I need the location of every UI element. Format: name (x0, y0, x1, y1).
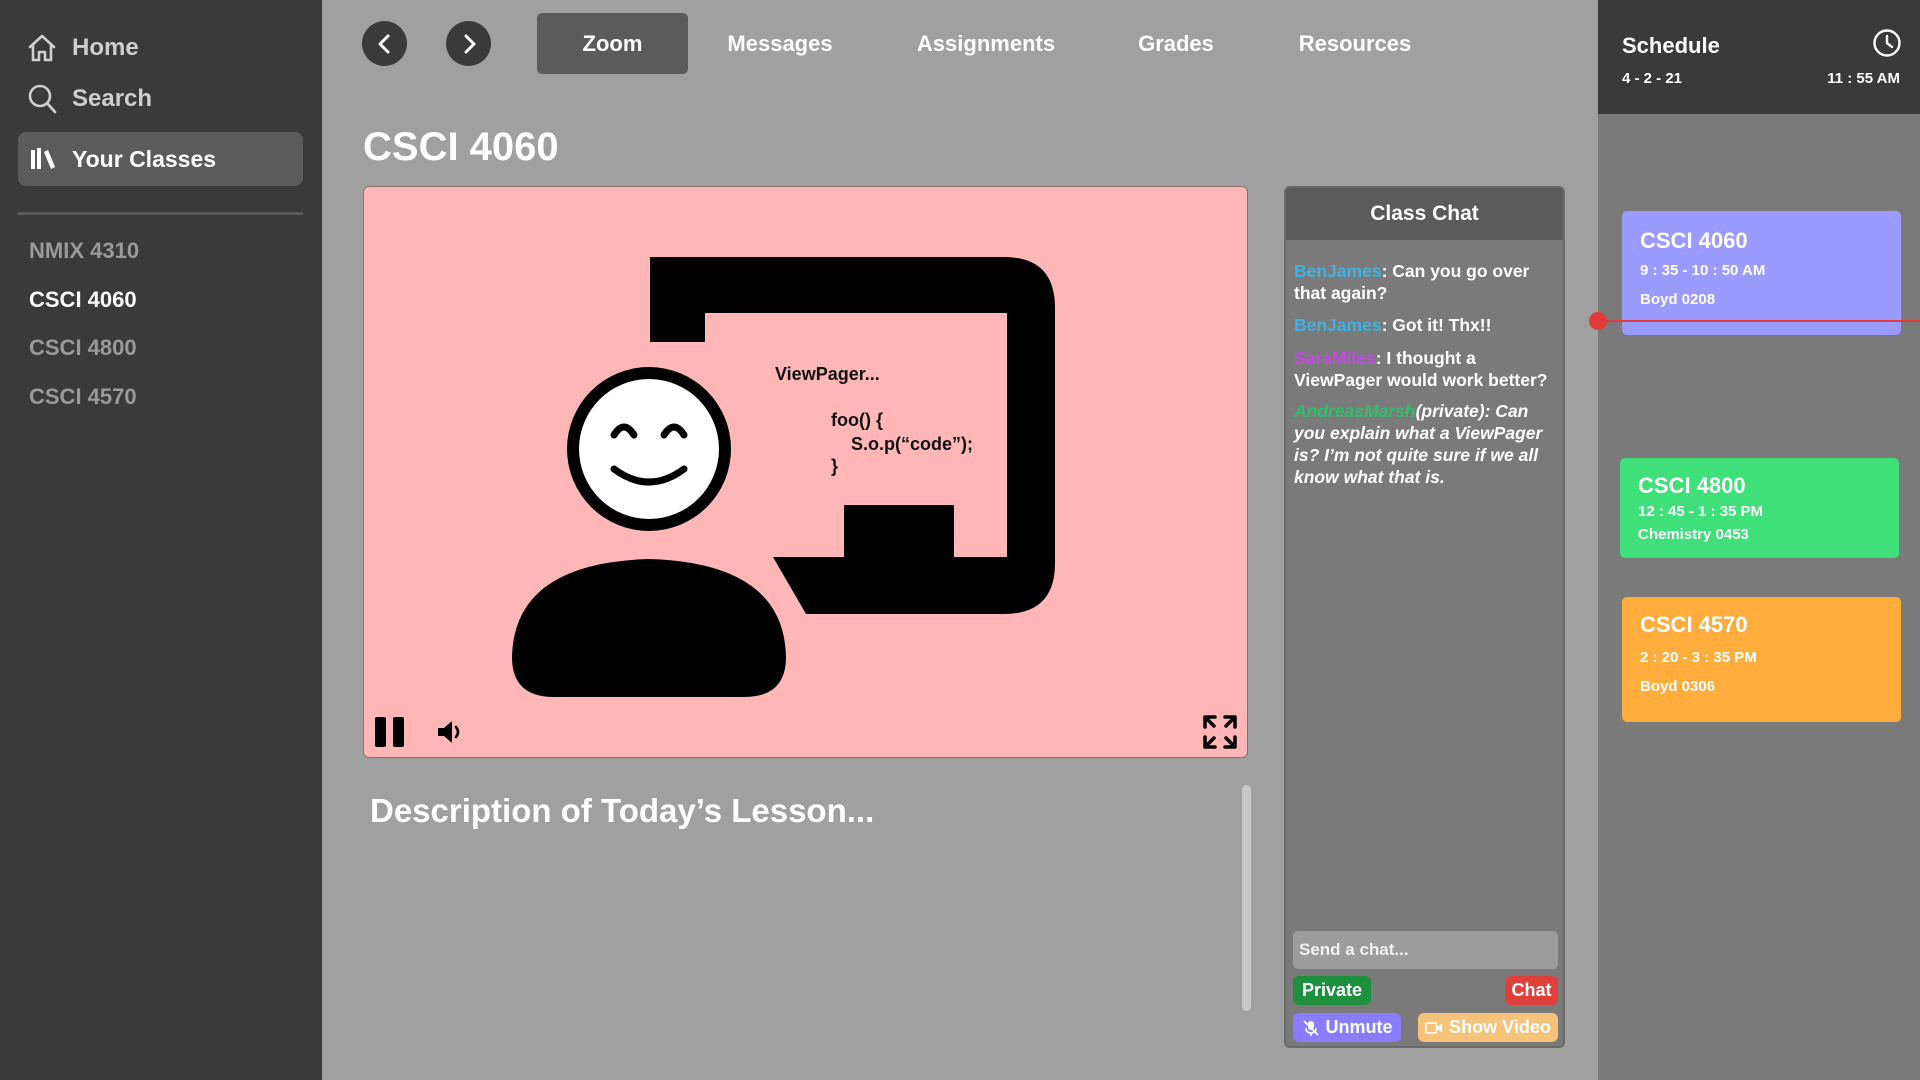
clock-icon (1873, 29, 1901, 57)
sidebar-home[interactable]: Home (26, 32, 139, 64)
tab-messages[interactable]: Messages (712, 13, 848, 74)
chat-message-text: Got it! Thx!! (1392, 315, 1492, 335)
schedule-time: 11 : 55 AM (1827, 70, 1900, 87)
sidebar-class-nmix4310[interactable]: NMIX 4310 (29, 238, 139, 264)
sidebar-class-csci4800[interactable]: CSCI 4800 (29, 335, 137, 361)
chat-message-sep: : (1381, 261, 1393, 281)
books-icon (31, 148, 55, 169)
card-time: 9 : 35 - 10 : 50 AM (1640, 262, 1766, 279)
chat-message-private: AndreasMarsh(private): Can you explain w… (1294, 400, 1562, 488)
card-course: CSCI 4570 (1640, 612, 1748, 637)
class-chat-panel: Class Chat BenJames: Can you go over tha… (1284, 186, 1565, 1048)
tab-assignments[interactable]: Assignments (904, 13, 1068, 74)
schedule-card-csci4060[interactable]: CSCI 4060 9 : 35 - 10 : 50 AM Boyd 0208 (1622, 211, 1901, 335)
send-chat-button[interactable]: Chat (1505, 976, 1558, 1005)
card-course: CSCI 4060 (1640, 228, 1748, 253)
board-code-line-1: foo() { (831, 410, 883, 430)
pause-button[interactable] (374, 715, 406, 754)
chat-title: Class Chat (1286, 188, 1563, 240)
tab-zoom[interactable]: Zoom (537, 13, 688, 74)
video-player[interactable]: ViewPager... foo() { S.o.p(“code”); } (363, 186, 1248, 758)
lesson-description: Description of Today’s Lesson... (370, 792, 875, 829)
chat-message: BenJames: Got it! Thx!! (1294, 314, 1562, 336)
tab-grades[interactable]: Grades (1124, 13, 1228, 74)
private-button[interactable]: Private (1293, 976, 1371, 1005)
fullscreen-button[interactable] (1202, 714, 1238, 755)
card-time: 12 : 45 - 1 : 35 PM (1638, 503, 1764, 520)
card-room: Chemistry 0453 (1638, 526, 1749, 543)
page-title: CSCI 4060 (363, 125, 559, 169)
unmute-button[interactable]: Unmute (1293, 1013, 1401, 1042)
chat-message-sep: : (1375, 348, 1387, 368)
schedule-title: Schedule (1622, 33, 1720, 58)
chat-message: BenJames: Can you go over that again? (1294, 260, 1562, 304)
forward-button[interactable] (446, 21, 491, 66)
schedule-panel: Schedule 4 - 2 - 21 11 : 55 AM CSCI 4060… (1598, 0, 1920, 1080)
sidebar-home-label: Home (72, 34, 139, 61)
pause-icon (375, 717, 404, 747)
schedule-card-csci4570[interactable]: CSCI 4570 2 : 20 - 3 : 35 PM Boyd 0306 (1622, 597, 1901, 722)
card-room: Boyd 0208 (1640, 291, 1716, 308)
home-icon (28, 34, 56, 62)
chat-message-sep: : (1381, 315, 1393, 335)
chat-message-user[interactable]: AndreasMarsh (1294, 401, 1416, 421)
schedule-date: 4 - 2 - 21 (1622, 70, 1683, 87)
chat-message-user[interactable]: BenJames (1294, 261, 1382, 281)
show-video-button[interactable]: Show Video (1418, 1013, 1558, 1042)
volume-button[interactable] (436, 718, 466, 751)
chevron-right-icon (464, 34, 475, 53)
sidebar-divider (18, 212, 303, 215)
video-camera-icon (1425, 1021, 1443, 1034)
back-button[interactable] (362, 21, 407, 66)
board-code-line-2: S.o.p(“code”); (831, 434, 973, 454)
current-time-indicator (1589, 312, 1607, 330)
tab-resources[interactable]: Resources (1288, 13, 1422, 74)
mic-muted-icon (1302, 1019, 1319, 1036)
card-room: Boyd 0306 (1640, 678, 1716, 695)
teacher-illustration (512, 257, 1055, 697)
board-title: ViewPager... (775, 364, 880, 384)
sidebar-your-classes-label: Your Classes (72, 145, 217, 172)
unmute-label: Unmute (1325, 1017, 1393, 1037)
card-course: CSCI 4800 (1638, 473, 1746, 498)
schedule-card-csci4800[interactable]: CSCI 4800 12 : 45 - 1 : 35 PM Chemistry … (1620, 458, 1899, 558)
schedule-header: Schedule 4 - 2 - 21 11 : 55 AM (1598, 0, 1920, 114)
chat-message-user[interactable]: SaraMiles (1294, 348, 1376, 368)
sidebar-class-csci4570[interactable]: CSCI 4570 (29, 384, 137, 410)
sidebar-search-label: Search (72, 85, 153, 112)
volume-icon (438, 721, 460, 743)
sidebar-search[interactable]: Search (26, 83, 152, 115)
sidebar-your-classes[interactable]: Your Classes (18, 132, 303, 186)
chevron-left-icon (378, 34, 389, 53)
search-icon (28, 84, 57, 114)
chat-message-user[interactable]: BenJames (1294, 315, 1382, 335)
show-video-label: Show Video (1449, 1017, 1551, 1037)
card-time: 2 : 20 - 3 : 35 PM (1640, 649, 1757, 666)
chat-input[interactable] (1293, 931, 1558, 969)
fullscreen-icon (1203, 715, 1237, 749)
sidebar-class-csci4060[interactable]: CSCI 4060 (29, 287, 137, 313)
board-code-line-3: } (831, 456, 839, 476)
description-scrollbar[interactable] (1242, 785, 1251, 1011)
chat-message: SaraMiles: I thought a ViewPager would w… (1294, 347, 1562, 391)
sidebar: Home Search Your Classes NMIX 4310 CSCI … (0, 0, 322, 1080)
current-time-line (1598, 320, 1920, 322)
